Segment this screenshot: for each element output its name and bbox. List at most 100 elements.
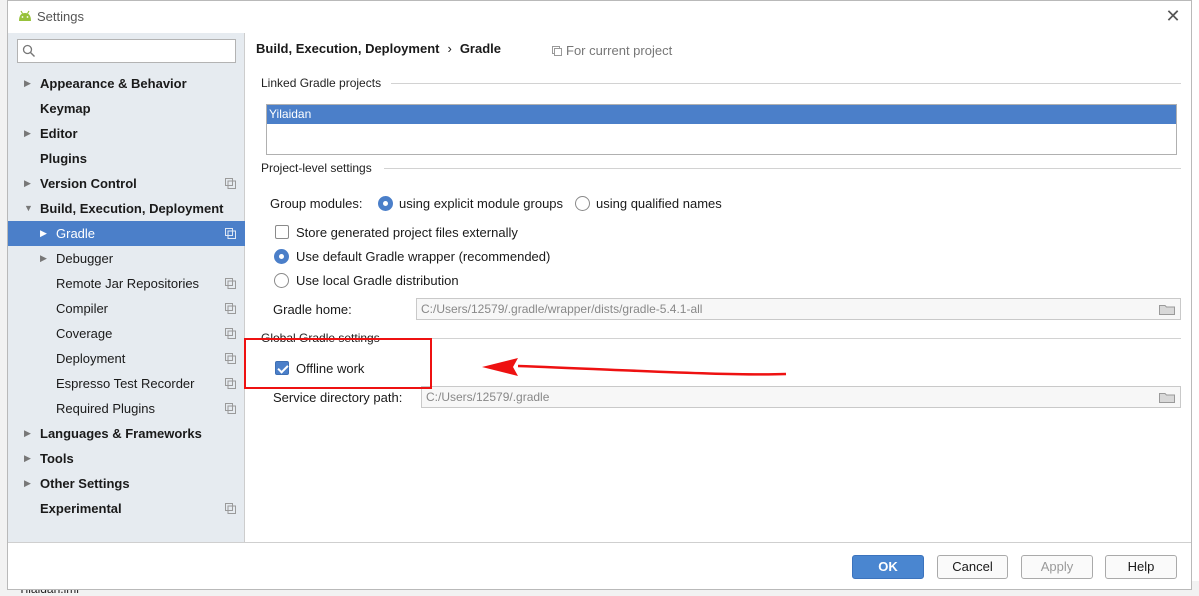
gradle-home-field[interactable]: C:/Users/12579/.gradle/wrapper/dists/gra… — [416, 298, 1181, 320]
radio-qualified-label[interactable]: using qualified names — [596, 196, 722, 211]
search-input[interactable] — [40, 42, 230, 60]
sidebar-item-keymap[interactable]: Keymap — [8, 96, 245, 121]
chevron-right-icon[interactable]: ▶ — [40, 246, 50, 271]
radio-explicit-label[interactable]: using explicit module groups — [399, 196, 563, 211]
service-dir-field[interactable]: C:/Users/12579/.gradle — [421, 386, 1181, 408]
sidebar-item-coverage[interactable]: Coverage — [8, 321, 245, 346]
sidebar-item-label: Deployment — [56, 351, 126, 366]
sidebar-item-other-settings[interactable]: ▶ Other Settings — [8, 471, 245, 496]
breadcrumb: Build, Execution, Deployment › Gradle — [256, 41, 501, 56]
sidebar-item-label: Gradle — [56, 226, 96, 241]
project-level-heading: Project-level settings — [261, 161, 372, 175]
sidebar-item-label: Tools — [40, 451, 74, 466]
store-external-checkbox[interactable] — [275, 225, 289, 239]
service-dir-value: C:/Users/12579/.gradle — [426, 390, 550, 404]
radio-default-wrapper[interactable] — [274, 249, 289, 264]
project-scope-icon — [225, 303, 236, 314]
sidebar-item-label: Build, Execution, Deployment — [40, 201, 224, 216]
project-scope-icon — [225, 328, 236, 339]
sidebar-item-label: Plugins — [40, 151, 87, 166]
sidebar-item-remote-jar-repositories[interactable]: Remote Jar Repositories — [8, 271, 245, 296]
search-icon — [22, 44, 35, 57]
dialog-footer: OK Cancel Apply Help — [8, 542, 1191, 589]
sidebar-item-languages-frameworks[interactable]: ▶ Languages & Frameworks — [8, 421, 245, 446]
sidebar-item-required-plugins[interactable]: Required Plugins — [8, 396, 245, 421]
window-title: Settings — [37, 9, 84, 24]
sidebar-item-build-execution-deployment[interactable]: ▼ Build, Execution, Deployment — [8, 196, 245, 221]
project-scope-icon — [225, 178, 236, 189]
sidebar-item-version-control[interactable]: ▶ Version Control — [8, 171, 245, 196]
sidebar-item-gradle[interactable]: ▶ Gradle — [8, 221, 245, 246]
sidebar-item-compiler[interactable]: Compiler — [8, 296, 245, 321]
project-scope-icon — [225, 403, 236, 414]
radio-explicit-groups[interactable] — [378, 196, 393, 211]
settings-sidebar: ▶ Appearance & Behavior Keymap ▶ Editor Plugi… — [8, 33, 245, 542]
sidebar-item-label: Version Control — [40, 176, 137, 191]
sidebar-item-espresso-test-recorder[interactable]: Espresso Test Recorder — [8, 371, 245, 396]
android-icon — [19, 10, 31, 21]
chevron-right-icon[interactable]: ▶ — [40, 221, 50, 246]
project-scope-icon — [225, 353, 236, 364]
sidebar-item-label: Other Settings — [40, 476, 130, 491]
title-bar: Settings ✕ — [8, 1, 1191, 33]
folder-icon[interactable] — [1159, 304, 1175, 315]
gradle-home-value: C:/Users/12579/.gradle/wrapper/dists/gra… — [421, 302, 703, 316]
chevron-right-icon[interactable]: ▶ — [24, 171, 34, 196]
radio-qualified-names[interactable] — [575, 196, 590, 211]
sidebar-item-label: Languages & Frameworks — [40, 426, 202, 441]
apply-button[interactable]: Apply — [1021, 555, 1093, 579]
search-box[interactable] — [17, 39, 236, 63]
store-external-label[interactable]: Store generated project files externally — [296, 225, 518, 240]
scope-text: For current project — [566, 43, 673, 58]
annotation-arrow — [482, 358, 787, 376]
sidebar-item-label: Debugger — [56, 251, 114, 266]
chevron-down-icon[interactable]: ▼ — [24, 196, 34, 221]
annotation-highlight-box — [244, 338, 432, 389]
close-icon[interactable]: ✕ — [1163, 6, 1183, 26]
gradle-settings-panel: Build, Execution, Deployment › Gradle For … — [246, 33, 1191, 542]
sidebar-item-deployment[interactable]: Deployment — [8, 346, 245, 371]
chevron-right-icon[interactable]: ▶ — [24, 421, 34, 446]
linked-projects-list[interactable]: Yilaidan — [266, 104, 1177, 155]
chevron-right-icon[interactable]: ▶ — [24, 471, 34, 496]
sidebar-item-appearance-behavior[interactable]: ▶ Appearance & Behavior — [8, 71, 245, 96]
project-scope-icon — [225, 228, 236, 239]
radio-local-distribution[interactable] — [274, 273, 289, 288]
project-scope-icon — [225, 378, 236, 389]
service-dir-label: Service directory path: — [273, 390, 403, 405]
sidebar-item-label: Experimental — [40, 501, 122, 516]
chevron-right-icon[interactable]: ▶ — [24, 446, 34, 471]
linked-project-row[interactable]: Yilaidan — [267, 105, 1176, 124]
local-distribution-label[interactable]: Use local Gradle distribution — [296, 273, 459, 288]
default-wrapper-label[interactable]: Use default Gradle wrapper (recommended) — [296, 249, 550, 264]
scope-label: For current project — [552, 43, 672, 58]
sidebar-item-label: Keymap — [40, 101, 91, 116]
chevron-right-icon[interactable]: ▶ — [24, 71, 34, 96]
sidebar-item-label: Required Plugins — [56, 401, 156, 416]
settings-dialog: Settings ✕ ▶ Appearance & Behavior Keymap ▶… — [7, 0, 1192, 590]
breadcrumb-separator: › — [447, 41, 452, 56]
section-divider — [391, 83, 1181, 84]
sidebar-item-plugins[interactable]: Plugins — [8, 146, 245, 171]
help-button[interactable]: Help — [1105, 555, 1177, 579]
sidebar-item-label: Compiler — [56, 301, 109, 316]
sidebar-item-label: Espresso Test Recorder — [56, 376, 195, 391]
project-scope-icon — [552, 46, 562, 56]
sidebar-item-label: Remote Jar Repositories — [56, 276, 200, 291]
sidebar-item-label: Appearance & Behavior — [40, 76, 187, 91]
sidebar-item-experimental[interactable]: Experimental — [8, 496, 245, 521]
sidebar-item-editor[interactable]: ▶ Editor — [8, 121, 245, 146]
project-scope-icon — [225, 503, 236, 514]
ok-button[interactable]: OK — [852, 555, 924, 579]
sidebar-item-label: Editor — [40, 126, 78, 141]
gradle-home-label: Gradle home: — [273, 302, 352, 317]
sidebar-item-tools[interactable]: ▶ Tools — [8, 446, 245, 471]
section-divider — [384, 168, 1181, 169]
cancel-button[interactable]: Cancel — [937, 555, 1008, 579]
sidebar-item-label: Coverage — [56, 326, 113, 341]
chevron-right-icon[interactable]: ▶ — [24, 121, 34, 146]
section-divider — [391, 338, 1181, 339]
sidebar-item-debugger[interactable]: ▶ Debugger — [8, 246, 245, 271]
folder-icon[interactable] — [1159, 392, 1175, 403]
breadcrumb-parent[interactable]: Build, Execution, Deployment — [256, 41, 439, 56]
